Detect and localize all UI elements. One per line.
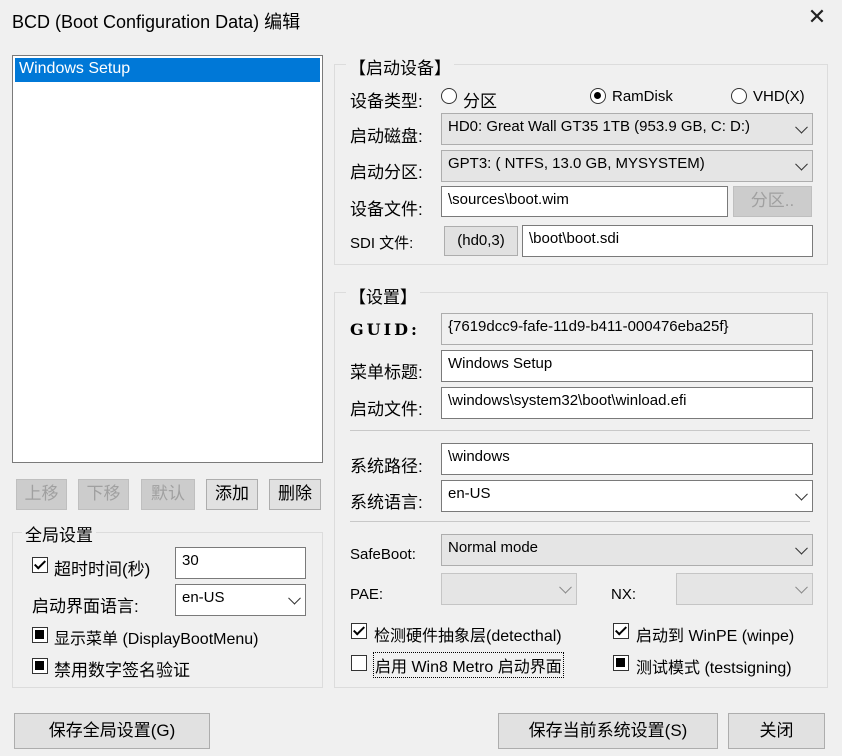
delete-button[interactable]: 删除 bbox=[269, 479, 321, 510]
detecthal-checkbox[interactable] bbox=[351, 623, 367, 639]
device-type-vhd-label: VHD(X) bbox=[753, 88, 805, 105]
boot-partition-label: 启动分区: bbox=[350, 163, 423, 182]
window-title: BCD (Boot Configuration Data) 编辑 bbox=[12, 12, 301, 32]
boot-disk-value: HD0: Great Wall GT35 1TB (953.9 GB, C: D… bbox=[448, 118, 751, 135]
system-lang-select[interactable]: en-US bbox=[441, 480, 813, 512]
save-global-button[interactable]: 保存全局设置(G) bbox=[14, 713, 210, 749]
show-menu-checkbox[interactable] bbox=[32, 627, 48, 643]
winpe-checkbox[interactable] bbox=[613, 623, 629, 639]
chevron-down-icon bbox=[795, 580, 808, 594]
divider bbox=[350, 521, 810, 522]
boot-device-title: 【启动设备】 bbox=[346, 54, 454, 79]
winpe-label: 启动到 WinPE (winpe) bbox=[636, 628, 795, 645]
system-path-label: 系统路径: bbox=[350, 457, 423, 476]
boot-file-input[interactable]: \windows\system32\boot\winload.efi bbox=[441, 387, 813, 419]
guid-input: {7619dcc9-fafe-11d9-b411-000476eba25f} bbox=[441, 313, 813, 345]
divider bbox=[350, 430, 810, 431]
guid-label: GUID: bbox=[350, 320, 420, 339]
device-type-partition-label: 分区 bbox=[463, 92, 497, 111]
safeboot-select[interactable]: Normal mode bbox=[441, 534, 813, 566]
metro-label: 启用 Win8 Metro 启动界面 bbox=[373, 652, 564, 678]
timeout-input[interactable]: 30 bbox=[175, 547, 306, 579]
boot-lang-select[interactable]: en-US bbox=[175, 584, 306, 616]
chevron-down-icon bbox=[795, 541, 808, 555]
device-file-input[interactable]: \sources\boot.wim bbox=[441, 186, 728, 217]
global-settings-title: 全局设置 bbox=[22, 521, 96, 546]
menu-title-input[interactable]: Windows Setup bbox=[441, 350, 813, 382]
device-file-label: 设备文件: bbox=[350, 200, 423, 219]
safeboot-value: Normal mode bbox=[448, 539, 539, 556]
chevron-down-icon bbox=[795, 487, 808, 501]
boot-partition-value: GPT3: ( NTFS, 13.0 GB, MYSYSTEM) bbox=[448, 155, 705, 172]
boot-lang-value: en-US bbox=[182, 589, 225, 606]
menu-title-label: 菜单标题: bbox=[350, 363, 423, 382]
close-icon[interactable]: ✕ bbox=[806, 6, 828, 28]
device-type-vhd-radio[interactable] bbox=[731, 88, 747, 104]
sdi-file-label: SDI 文件: bbox=[350, 235, 414, 252]
sdi-disk-button[interactable]: (hd0,3) bbox=[444, 226, 518, 256]
device-type-ramdisk-radio[interactable] bbox=[590, 88, 606, 104]
show-menu-label: 显示菜单 (DisplayBootMenu) bbox=[54, 631, 259, 648]
system-lang-value: en-US bbox=[448, 485, 491, 502]
chevron-down-icon bbox=[288, 591, 301, 605]
disable-signature-checkbox[interactable] bbox=[32, 658, 48, 674]
metro-checkbox[interactable] bbox=[351, 655, 367, 671]
chevron-down-icon bbox=[559, 580, 572, 594]
boot-partition-select[interactable]: GPT3: ( NTFS, 13.0 GB, MYSYSTEM) bbox=[441, 150, 813, 182]
boot-entry-list[interactable]: Windows Setup bbox=[12, 55, 323, 463]
save-current-button[interactable]: 保存当前系统设置(S) bbox=[498, 713, 718, 749]
settings-title: 【设置】 bbox=[346, 283, 420, 308]
list-item[interactable]: Windows Setup bbox=[15, 58, 320, 82]
boot-lang-label: 启动界面语言: bbox=[32, 597, 139, 616]
device-type-partition-radio[interactable] bbox=[441, 88, 457, 104]
pae-select[interactable] bbox=[441, 573, 577, 605]
system-path-input[interactable]: \windows bbox=[441, 443, 813, 475]
set-default-button[interactable]: 默认 bbox=[141, 479, 195, 510]
sdi-file-input[interactable]: \boot\boot.sdi bbox=[522, 225, 813, 257]
nx-select[interactable] bbox=[676, 573, 813, 605]
testsigning-label: 测试模式 (testsigning) bbox=[636, 660, 792, 677]
boot-disk-select[interactable]: HD0: Great Wall GT35 1TB (953.9 GB, C: D… bbox=[441, 113, 813, 145]
partition-button[interactable]: 分区.. bbox=[733, 186, 812, 217]
move-up-button[interactable]: 上移 bbox=[16, 479, 67, 510]
system-lang-label: 系统语言: bbox=[350, 493, 423, 512]
chevron-down-icon bbox=[795, 120, 808, 134]
device-type-ramdisk-label: RamDisk bbox=[612, 88, 673, 105]
testsigning-checkbox[interactable] bbox=[613, 655, 629, 671]
add-button[interactable]: 添加 bbox=[206, 479, 258, 510]
timeout-label: 超时时间(秒) bbox=[54, 560, 151, 579]
safeboot-label: SafeBoot: bbox=[350, 546, 416, 563]
nx-label: NX: bbox=[611, 586, 637, 603]
pae-label: PAE: bbox=[350, 586, 384, 603]
boot-disk-label: 启动磁盘: bbox=[350, 127, 423, 146]
device-type-label: 设备类型: bbox=[350, 92, 423, 111]
move-down-button[interactable]: 下移 bbox=[78, 479, 129, 510]
boot-file-label: 启动文件: bbox=[350, 400, 423, 419]
chevron-down-icon bbox=[795, 157, 808, 171]
disable-signature-label: 禁用数字签名验证 bbox=[54, 661, 190, 680]
timeout-checkbox[interactable] bbox=[32, 557, 48, 573]
detecthal-label: 检测硬件抽象层(detecthal) bbox=[374, 628, 562, 645]
close-button[interactable]: 关闭 bbox=[728, 713, 825, 749]
